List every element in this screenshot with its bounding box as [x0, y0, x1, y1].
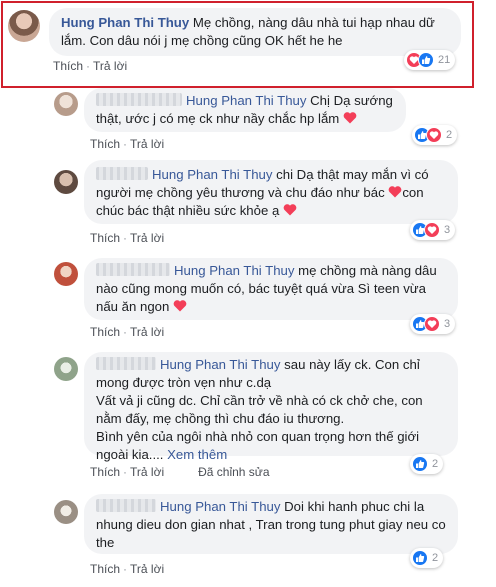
comment-author[interactable]: Hung Phan Thi Thuy — [61, 15, 189, 30]
comment-actions: Thích · Trả lời — [90, 562, 164, 576]
avatar[interactable] — [54, 357, 78, 381]
reply-link[interactable]: Trả lời — [130, 231, 164, 245]
comment-text-line-2: Vất vả ji cũng dc. Chỉ cần trở về nhà có… — [96, 393, 423, 426]
comment-bubble: Hung Phan Thi Thuy Chị Dạ sướng thật, ướ… — [84, 88, 406, 132]
reaction-summary[interactable]: 3 — [410, 220, 456, 240]
separator: · — [123, 465, 128, 479]
comment-actions: Thích · Trả lời Đã chỉnh sửa — [90, 465, 270, 479]
comment-bubble: Hung Phan Thi Thuy mẹ chồng mà nàng dâu … — [84, 258, 458, 320]
comment-actions: Thích · Trả lời — [90, 231, 164, 245]
like-link[interactable]: Thích — [90, 465, 120, 479]
separator: · — [123, 325, 128, 339]
reaction-count: 2 — [446, 129, 453, 141]
heart-reaction-icon — [424, 316, 440, 332]
reaction-summary[interactable]: 2 — [410, 454, 444, 474]
like-reaction-icon — [412, 550, 428, 566]
heart-emoji-icon — [343, 112, 357, 124]
avatar[interactable] — [54, 170, 78, 194]
separator: · — [123, 562, 128, 576]
mention[interactable]: Hung Phan Thi Thuy — [152, 167, 272, 182]
edited-label[interactable]: Đã chỉnh sửa — [198, 465, 269, 479]
blurred-name — [96, 499, 156, 512]
separator: · — [123, 137, 128, 151]
reaction-count: 2 — [432, 458, 439, 470]
blurred-name — [96, 263, 170, 276]
comment-actions: Thích · Trả lời — [90, 137, 164, 151]
blurred-name — [96, 93, 182, 106]
blurred-name — [96, 357, 156, 370]
like-link[interactable]: Thích — [90, 137, 120, 151]
like-link[interactable]: Thích — [90, 325, 120, 339]
mention[interactable]: Hung Phan Thi Thuy — [160, 357, 280, 372]
like-reaction-icon — [418, 52, 434, 68]
separator: · — [123, 231, 128, 245]
comment-actions: Thích · Trả lời — [53, 59, 127, 73]
avatar[interactable] — [54, 500, 78, 524]
reply-link[interactable]: Trả lời — [130, 325, 164, 339]
reaction-summary[interactable]: 21 — [404, 50, 456, 70]
see-more-link[interactable]: Xem thêm — [167, 447, 227, 462]
reaction-count: 21 — [438, 54, 451, 66]
reaction-count: 2 — [432, 552, 439, 564]
avatar[interactable] — [54, 262, 78, 286]
reaction-count: 3 — [444, 318, 451, 330]
comment-bubble: Hung Phan Thi Thuy chi Dạ thật may mắn v… — [84, 160, 458, 224]
like-reaction-icon — [412, 456, 428, 472]
blurred-name — [96, 167, 148, 180]
heart-emoji-icon — [173, 300, 187, 312]
like-link[interactable]: Thích — [90, 231, 120, 245]
avatar[interactable] — [8, 10, 40, 42]
like-link[interactable]: Thích — [90, 562, 120, 576]
heart-emoji-icon — [283, 204, 297, 216]
comment-bubble: Hung Phan Thi Thuy sau này lấy ck. Con c… — [84, 352, 458, 462]
heart-emoji-icon — [388, 186, 402, 198]
reply-link[interactable]: Trả lời — [130, 465, 164, 479]
comment-bubble: Hung Phan Thi Thuy Mẹ chồng, nàng dâu nh… — [49, 8, 461, 56]
reply-link[interactable]: Trả lời — [130, 137, 164, 151]
reaction-count: 3 — [444, 224, 451, 236]
mention[interactable]: Hung Phan Thi Thuy — [160, 499, 280, 514]
reaction-summary[interactable]: 2 — [412, 125, 458, 145]
heart-reaction-icon — [424, 222, 440, 238]
comment-actions: Thích · Trả lời — [90, 325, 164, 339]
comment-bubble: Hung Phan Thi Thuy Doi khi hanh phuc chi… — [84, 494, 458, 554]
reply-link[interactable]: Trả lời — [130, 562, 164, 576]
heart-reaction-icon — [426, 127, 442, 143]
separator: · — [86, 59, 91, 73]
reaction-summary[interactable]: 3 — [410, 314, 456, 334]
like-link[interactable]: Thích — [53, 59, 83, 73]
mention[interactable]: Hung Phan Thi Thuy — [186, 93, 306, 108]
reply-link[interactable]: Trả lời — [93, 59, 127, 73]
reaction-summary[interactable]: 2 — [410, 548, 444, 568]
comment-text-line-3: Bình yên của ngôi nhà nhỏ con quan trọng… — [96, 429, 420, 462]
mention[interactable]: Hung Phan Thi Thuy — [174, 263, 294, 278]
avatar[interactable] — [54, 92, 78, 116]
